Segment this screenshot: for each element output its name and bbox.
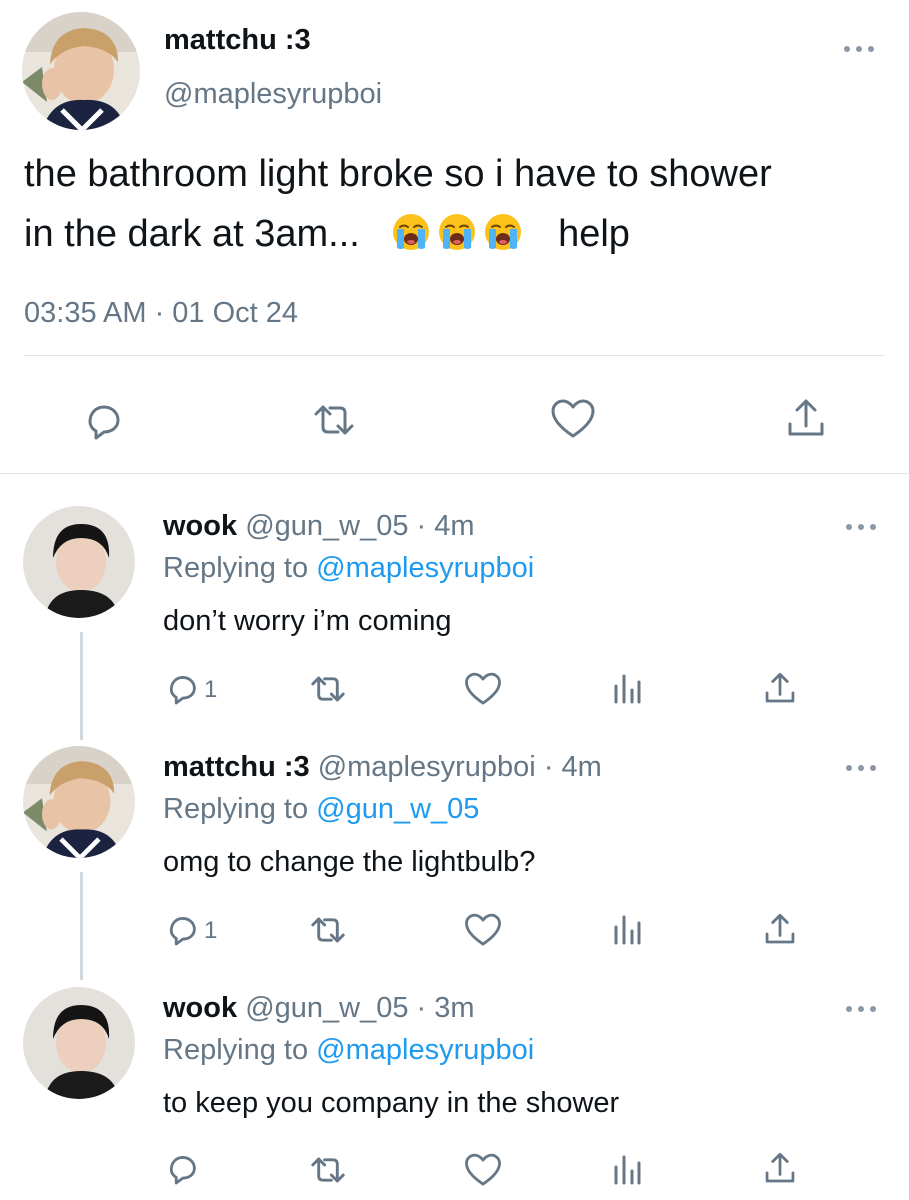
reply-icon[interactable] — [80, 398, 126, 444]
handle[interactable]: @gun_w_05 — [245, 992, 408, 1024]
avatar-wook[interactable] — [23, 506, 135, 618]
display-name[interactable]: wook — [163, 992, 237, 1024]
share-icon[interactable] — [763, 670, 797, 706]
more-options-icon[interactable] — [844, 44, 874, 54]
avatar-wook[interactable] — [23, 987, 135, 1099]
reply-text: don’t worry i’m coming — [163, 605, 452, 637]
thread-line — [80, 632, 83, 740]
retweet-icon[interactable] — [306, 1153, 350, 1187]
divider — [24, 355, 885, 356]
crying-emoji-group — [391, 213, 529, 255]
divider — [0, 473, 909, 474]
thread-line — [80, 872, 83, 980]
replying-to-link[interactable]: @gun_w_05 — [316, 793, 479, 825]
more-options-icon[interactable] — [846, 763, 876, 773]
avatar-mattchu[interactable] — [23, 746, 135, 858]
tweet-text-line2-before: in the dark at 3am... — [24, 213, 360, 255]
reply-icon[interactable] — [163, 670, 201, 708]
retweet-icon[interactable] — [306, 913, 350, 947]
replying-to-link[interactable]: @maplesyrupboi — [316, 1034, 534, 1066]
tweet-text-line2-after: help — [558, 213, 630, 255]
more-options-icon[interactable] — [846, 522, 876, 532]
analytics-icon[interactable] — [612, 913, 642, 947]
avatar-mattchu[interactable] — [22, 12, 140, 130]
handle[interactable]: @maplesyrupboi — [164, 78, 382, 111]
display-name[interactable]: mattchu :3 — [163, 751, 310, 783]
analytics-icon[interactable] — [612, 1153, 642, 1187]
retweet-icon[interactable] — [306, 672, 350, 706]
loudly-crying-face-icon — [392, 214, 429, 250]
tweet-text-line2: in the dark at 3am... help — [24, 212, 630, 256]
reply-count: 1 — [204, 676, 218, 703]
handle[interactable]: @maplesyrupboi — [318, 751, 536, 783]
time-ago[interactable]: · 4m — [544, 751, 602, 783]
time-ago[interactable]: · 4m — [417, 510, 475, 542]
reply-text: to keep you company in the shower — [163, 1087, 620, 1119]
retweet-icon[interactable] — [308, 400, 360, 440]
share-icon[interactable] — [763, 911, 797, 947]
replying-label: Replying to — [163, 552, 309, 584]
like-icon[interactable] — [550, 398, 596, 440]
analytics-icon[interactable] — [612, 672, 642, 706]
share-icon[interactable] — [785, 396, 827, 440]
replying-label: Replying to — [163, 793, 309, 825]
like-icon[interactable] — [464, 1152, 502, 1188]
display-name[interactable]: wook — [163, 510, 237, 542]
replying-label: Replying to — [163, 1034, 309, 1066]
loudly-crying-face-icon — [484, 214, 521, 250]
like-icon[interactable] — [464, 912, 502, 948]
reply-icon[interactable] — [163, 1150, 201, 1188]
share-icon[interactable] — [763, 1150, 797, 1186]
reply-icon[interactable] — [163, 911, 201, 949]
like-icon[interactable] — [464, 671, 502, 707]
reply-count: 1 — [204, 917, 218, 944]
timestamp[interactable]: 03:35 AM · 01 Oct 24 — [24, 297, 298, 330]
tweet-text-line1: the bathroom light broke so i have to sh… — [24, 153, 772, 195]
reply-text: omg to change the lightbulb? — [163, 846, 536, 878]
display-name[interactable]: mattchu :3 — [164, 24, 311, 57]
replying-to-link[interactable]: @maplesyrupboi — [316, 552, 534, 584]
time-ago[interactable]: · 3m — [417, 992, 475, 1024]
more-options-icon[interactable] — [846, 1004, 876, 1014]
handle[interactable]: @gun_w_05 — [245, 510, 408, 542]
loudly-crying-face-icon — [438, 214, 475, 250]
